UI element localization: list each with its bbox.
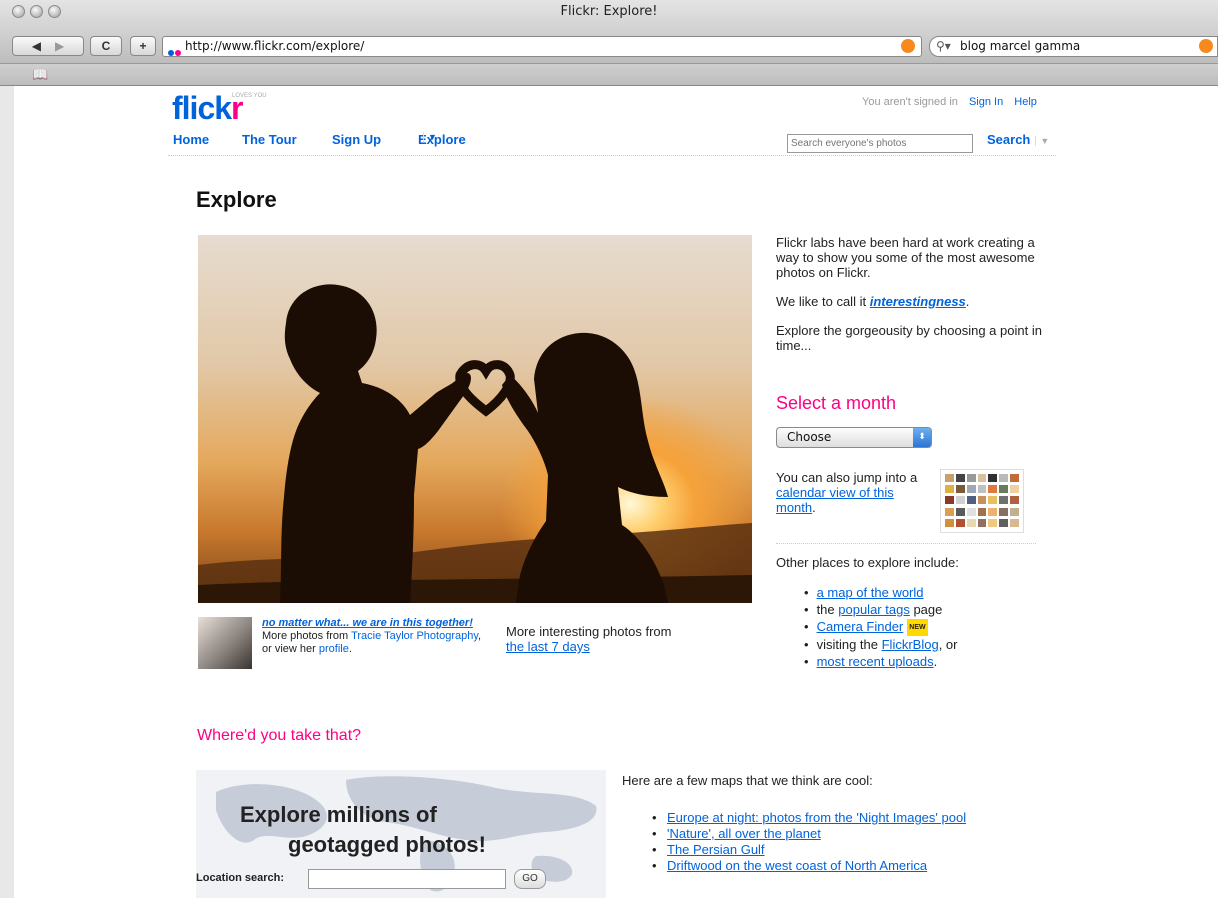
address-bar[interactable]: http://www.flickr.com/explore/: [162, 36, 922, 57]
map-link-persian-gulf[interactable]: The Persian Gulf: [667, 842, 765, 857]
search-dropdown-icon[interactable]: ▼: [1035, 136, 1050, 146]
nav-the-tour[interactable]: The Tour: [242, 132, 297, 147]
reload-button[interactable]: C: [90, 36, 122, 56]
search-engine-icon[interactable]: [1199, 39, 1213, 53]
profile-link[interactable]: profile: [319, 643, 349, 655]
list-item: a map of the world: [804, 584, 957, 601]
new-badge: NEW: [907, 619, 928, 637]
or-label: , or: [938, 637, 958, 653]
browser-toolbar: ◀ ▶ C + http://www.flickr.com/explore/ ⚲…: [0, 30, 1218, 64]
more-interesting: More interesting photos from the last 7 …: [506, 624, 736, 654]
map-link-nature[interactable]: 'Nature', all over the planet: [667, 826, 821, 841]
forward-arrow-icon[interactable]: ▶: [55, 39, 64, 53]
explore-sidebar: Flickr labs have been hard at work creat…: [776, 235, 1046, 367]
sign-in-link[interactable]: Sign In: [969, 96, 1003, 108]
map-link-europe-night[interactable]: Europe at night: photos from the 'Night …: [667, 810, 966, 825]
address-url: http://www.flickr.com/explore/: [185, 39, 365, 53]
labs-intro: Flickr labs have been hard at work creat…: [776, 235, 1035, 280]
month-select[interactable]: Choose ⬍: [776, 427, 932, 448]
bookmarks-book-icon[interactable]: 📖: [32, 64, 48, 86]
site-search-label: Search: [987, 132, 1031, 147]
other-places-list: a map of the world the popular tags page…: [804, 584, 958, 670]
map-link-driftwood[interactable]: Driftwood on the west coast of North Ame…: [667, 858, 927, 873]
explore-text: Explore the gorgeousity by choosing a po…: [776, 323, 1042, 353]
more-from-label: More photos from: [262, 630, 349, 642]
help-link[interactable]: Help: [1014, 96, 1037, 108]
popular-tags-link[interactable]: popular tags: [838, 602, 910, 617]
go-button[interactable]: GO: [514, 869, 546, 889]
bookmarks-bar: 📖: [0, 64, 1218, 86]
world-map-link[interactable]: a map of the world: [817, 585, 924, 600]
location-search-label: Location search:: [196, 872, 285, 884]
list-item: Camera FinderNEW: [804, 618, 957, 637]
site-search-button[interactable]: Search ▼: [987, 132, 1050, 147]
nav-sign-up[interactable]: Sign Up: [332, 132, 381, 147]
flickrblog-link[interactable]: FlickrBlog: [882, 637, 939, 652]
page-left-edge: [0, 86, 14, 898]
interestingness-line: We like to call it interestingness.: [776, 294, 970, 309]
banner-line-2: geotagged photos!: [288, 832, 486, 857]
list-item: the popular tags page: [804, 601, 957, 618]
other-places-label: Other places to explore include:: [776, 555, 959, 570]
the-label: the: [816, 602, 835, 617]
last-7-days-link[interactable]: the last 7 days: [506, 639, 590, 654]
site-favicon-icon: [168, 43, 182, 62]
maps-heading: Where'd you take that?: [197, 727, 362, 744]
calendar-jump: You can also jump into a calendar view o…: [776, 470, 918, 515]
updown-arrows-icon: ⬍: [913, 428, 931, 447]
list-item: visiting the FlickrBlog, or: [804, 636, 958, 653]
list-item: 'Nature', all over the planet: [652, 826, 982, 842]
window-title: Flickr: Explore!: [560, 4, 658, 19]
calendar-thumbnail[interactable]: [940, 469, 1024, 533]
page-label: page: [913, 602, 943, 617]
signed-in-status: You aren't signed in: [862, 96, 958, 108]
cool-maps-list: Europe at night: photos from the 'Night …: [652, 810, 982, 874]
select-month-heading: Select a month: [776, 393, 897, 413]
list-item: Driftwood on the west coast of North Ame…: [652, 858, 982, 874]
add-bookmark-button[interactable]: +: [130, 36, 156, 56]
reload-icon: C: [101, 39, 111, 53]
camera-finder-link[interactable]: Camera Finder: [817, 619, 904, 634]
header-divider: [168, 155, 1056, 156]
browser-search-value: blog marcel gamma: [960, 39, 1081, 53]
jump-label: You can also jump into a: [776, 470, 918, 485]
photo-title-link[interactable]: no matter what... we are in this togethe…: [262, 617, 473, 629]
visiting-label: visiting the: [816, 637, 878, 653]
author-link[interactable]: Tracie Taylor Photography: [351, 630, 478, 642]
photo-credit: no matter what... we are in this togethe…: [262, 617, 482, 655]
logo-blue-text: flick: [172, 90, 232, 126]
maps-intro: Here are a few maps that we think are co…: [622, 773, 873, 788]
silhouette-illustration: [198, 284, 752, 603]
list-item: most recent uploads.: [804, 653, 957, 670]
call-it-label: We like to call it: [776, 294, 867, 309]
list-item: The Persian Gulf: [652, 842, 982, 858]
month-select-value: Choose: [787, 430, 832, 444]
back-arrow-icon[interactable]: ◀: [32, 39, 41, 53]
web-page: flickr LOVES YOU You aren't signed in Si…: [0, 86, 1218, 898]
site-search-input[interactable]: [787, 134, 973, 153]
nav-home[interactable]: Home: [173, 132, 209, 147]
sidebar-divider: [776, 543, 1036, 544]
page-title: Explore: [196, 187, 277, 212]
author-avatar[interactable]: [198, 617, 252, 669]
browser-search-field[interactable]: ⚲▾ blog marcel gamma: [929, 36, 1218, 57]
interestingness-link[interactable]: interestingness: [870, 294, 966, 309]
more-interesting-label: More interesting photos from: [506, 624, 672, 639]
magnifier-icon: ⚲▾: [936, 39, 951, 53]
browser-window: Flickr: Explore! ◀ ▶ C + http://www.flic…: [0, 0, 1218, 898]
chevron-down-icon[interactable]: ▼: [423, 132, 437, 142]
banner-line-1: Explore millions of: [240, 802, 437, 827]
calendar-view-link[interactable]: calendar view of this month: [776, 485, 894, 515]
geotag-banner[interactable]: Explore millions of geotagged photos! Lo…: [196, 770, 606, 898]
logo-tagline: LOVES YOU: [232, 93, 267, 99]
rss-icon[interactable]: [901, 39, 915, 53]
featured-photo[interactable]: [198, 235, 752, 603]
account-links: You aren't signed in Sign In Help: [862, 96, 1037, 108]
list-item: Europe at night: photos from the 'Night …: [652, 810, 982, 826]
location-search-input[interactable]: [308, 869, 506, 889]
title-bar[interactable]: Flickr: Explore!: [0, 0, 1218, 34]
back-forward-button[interactable]: ◀ ▶: [12, 36, 84, 56]
plus-icon: +: [139, 39, 147, 53]
recent-uploads-link[interactable]: most recent uploads: [817, 654, 934, 669]
